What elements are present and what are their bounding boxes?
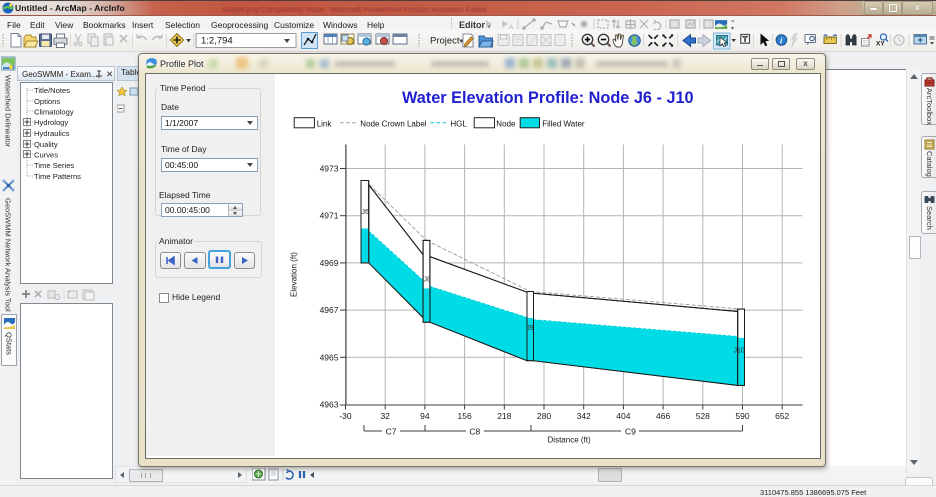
svg-text:528: 528 [696,411,710,421]
svg-text:Node: Node [496,119,516,128]
svg-text:4965: 4965 [320,352,339,362]
svg-text:4973: 4973 [320,164,339,174]
svg-text:4969: 4969 [320,258,339,268]
svg-text:590: 590 [735,411,749,421]
svg-text:1:2,794: 1:2,794 [201,36,233,47]
svg-text:Project: Project [430,36,460,47]
svg-text:94: 94 [420,411,430,421]
svg-text:J9: J9 [526,325,534,332]
svg-text:J10: J10 [734,347,745,354]
svg-text:Climatology: Climatology [34,108,74,117]
svg-text:Distance (ft): Distance (ft) [548,436,591,445]
svg-text:652: 652 [775,411,789,421]
svg-text:Time Patterns: Time Patterns [34,172,81,181]
svg-text:C9: C9 [625,427,636,437]
svg-text:C7: C7 [386,427,397,437]
svg-text:Hydrology: Hydrology [34,118,68,127]
svg-text:342: 342 [577,411,591,421]
svg-text:Link: Link [317,119,333,128]
svg-text:Curves: Curves [34,151,58,160]
svg-text:Quality: Quality [34,140,58,149]
svg-text:4971: 4971 [320,211,339,221]
svg-text:Options: Options [34,97,60,106]
svg-text:Hydraulics: Hydraulics [34,129,70,138]
svg-text:280: 280 [537,411,551,421]
svg-text:32: 32 [380,411,390,421]
svg-text:218: 218 [497,411,511,421]
svg-text:Water Elevation Profile: Node: Water Elevation Profile: Node J6 - J10 [402,89,694,107]
svg-text:156: 156 [458,411,472,421]
svg-text:Time Series: Time Series [34,161,74,170]
svg-text:C8: C8 [469,427,480,437]
svg-text:4963: 4963 [320,400,339,410]
svg-text:Filled Water: Filled Water [542,119,585,128]
svg-text:J6: J6 [362,209,370,216]
svg-text:J8: J8 [424,277,432,284]
svg-text:XY: XY [876,41,885,48]
svg-text:-30: -30 [339,411,352,421]
svg-text:404: 404 [616,411,630,421]
svg-text:Title/Notes: Title/Notes [34,86,70,95]
svg-text:HGL: HGL [450,119,467,128]
svg-text:Elevation (ft): Elevation (ft) [290,252,299,297]
svg-text:4967: 4967 [320,305,339,315]
svg-text:Node Crown Label: Node Crown Label [360,119,426,128]
svg-text:466: 466 [656,411,670,421]
